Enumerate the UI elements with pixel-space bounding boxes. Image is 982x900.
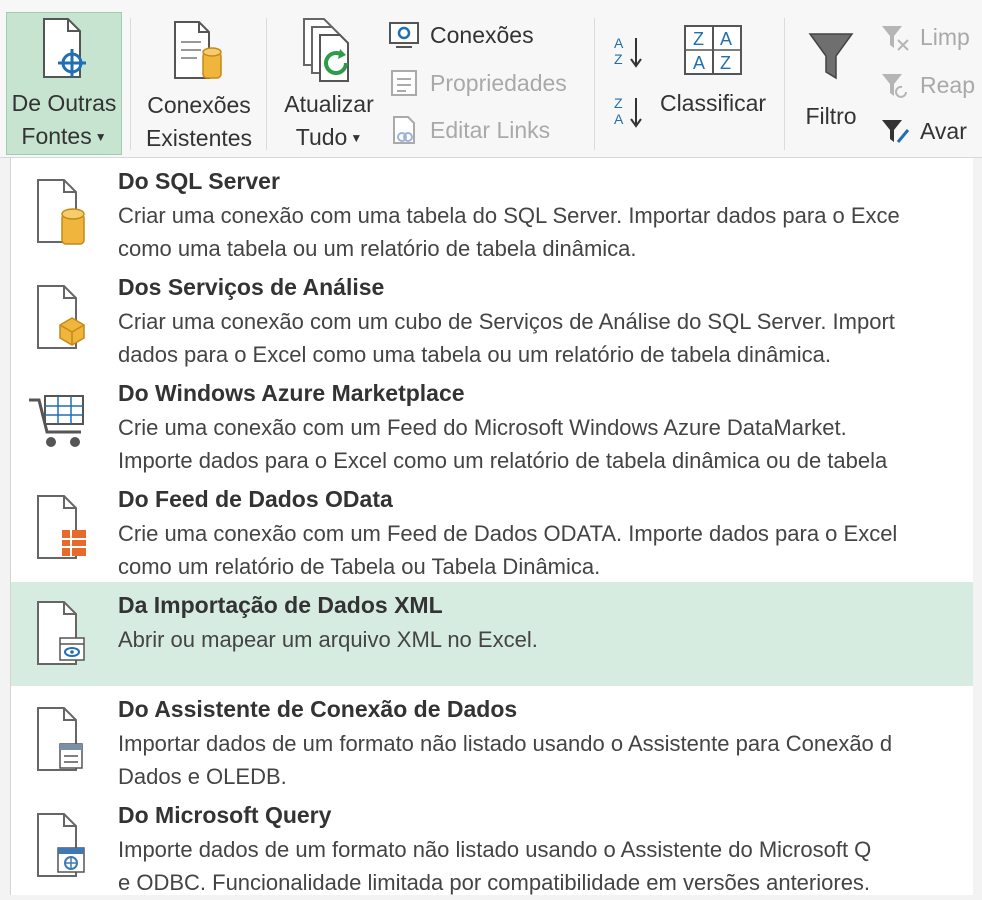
reapply-filter-label: Reap [920, 71, 975, 98]
menu-item-title: Do Windows Azure Marketplace [118, 380, 465, 406]
menu-item-azure-marketplace[interactable]: Do Windows Azure Marketplace Crie uma co… [11, 370, 973, 476]
ribbon-separator [594, 18, 595, 150]
svg-text:A: A [693, 53, 705, 73]
clear-filter-label: Limp [920, 23, 970, 50]
clear-filter-icon [882, 26, 909, 51]
analysis-services-cube-icon [25, 282, 95, 372]
description-line: Abrir ou mapear um arquivo XML no Excel. [118, 627, 538, 652]
menu-item-title: Do Feed de Dados OData [118, 486, 393, 512]
filter-button[interactable]: Filtro [796, 12, 866, 155]
existing-connections-label-1: Conexões [147, 92, 251, 118]
properties-icon [391, 70, 417, 96]
menu-item-xml-import[interactable]: Da Importação de Dados XML Abrir ou mape… [11, 582, 973, 686]
description-line: e ODBC. Funcionalidade limitada por comp… [118, 870, 871, 895]
filter-label: Filtro [805, 103, 857, 129]
description-line: Importar dados de um formato não listado… [118, 731, 893, 756]
svg-text:Z: Z [614, 51, 623, 67]
edit-links-button[interactable]: Editar Links [388, 115, 550, 145]
advanced-filter-label: Avar [920, 117, 967, 144]
menu-item-data-connection-wizard[interactable]: Do Assistente de Conexão de Dados Import… [11, 686, 973, 792]
filter-funnel-icon [806, 12, 856, 100]
reapply-filter-button[interactable]: Reap [880, 70, 975, 100]
description-line: Crie uma conexão com um Feed do Microsof… [118, 415, 847, 440]
menu-item-description: Importar dados de um formato não listado… [118, 727, 973, 793]
ribbon-separator [130, 18, 131, 150]
sort-descending-icon: Z A [614, 95, 642, 128]
ribbon-separator [784, 18, 785, 150]
description-line: como uma tabela ou um relatório de tabel… [118, 236, 637, 261]
description-line: Criar uma conexão com uma tabela do SQL … [118, 203, 900, 228]
menu-item-analysis-services[interactable]: Dos Serviços de Análise Criar uma conexã… [11, 264, 973, 370]
svg-text:A: A [614, 35, 624, 51]
connections-button[interactable]: Conexões [388, 20, 534, 50]
existing-connections-label-2: Existentes [145, 125, 253, 151]
edit-links-label: Editar Links [430, 116, 551, 143]
other-sources-icon [36, 13, 92, 87]
refresh-all-label-1: Atualizar [284, 90, 374, 117]
svg-text:Z: Z [720, 53, 731, 73]
advanced-filter-button[interactable]: Avar [880, 116, 967, 146]
description-line: Importe dados de um formato não listado … [118, 837, 872, 862]
connections-icon [389, 22, 419, 48]
properties-label: Propriedades [430, 69, 567, 96]
sort-ascending-icon: A Z [614, 35, 642, 68]
sort-ascending-button[interactable]: A Z [612, 32, 646, 77]
menu-item-title: Dos Serviços de Análise [118, 274, 385, 300]
menu-item-description: Criar uma conexão com uma tabela do SQL … [118, 199, 973, 265]
microsoft-query-icon [25, 810, 95, 900]
description-line: Criar uma conexão com um cubo de Serviço… [118, 309, 895, 334]
sort-label: Classificar [659, 90, 767, 116]
reapply-filter-icon [882, 74, 907, 98]
svg-text:Z: Z [614, 95, 623, 111]
xml-file-icon [25, 598, 95, 688]
menu-item-title: Da Importação de Dados XML [118, 592, 443, 618]
connections-label: Conexões [430, 21, 534, 48]
menu-item-description: Importe dados de um formato não listado … [118, 833, 973, 899]
menu-item-description: Crie uma conexão com um Feed de Dados OD… [118, 517, 973, 583]
clear-filter-button[interactable]: Limp [880, 22, 970, 52]
from-other-sources-label-2: Fontes [21, 122, 92, 149]
properties-button[interactable]: Propriedades [388, 68, 567, 98]
menu-item-title: Do SQL Server [118, 168, 280, 194]
menu-item-sql-server[interactable]: Do SQL Server Criar uma conexão com uma … [11, 158, 973, 264]
from-other-sources-button[interactable]: De Outras Fontes ▼ [6, 12, 122, 155]
sort-button[interactable]: Z A A Z Classificar [654, 22, 772, 120]
sql-server-icon [25, 176, 95, 266]
description-line: Crie uma conexão com um Feed de Dados OD… [118, 521, 898, 546]
shopping-cart-icon [25, 386, 95, 476]
description-line: Dados e OLEDB. [118, 764, 287, 789]
description-line: como um relatório de Tabela ou Tabela Di… [118, 554, 601, 579]
existing-connections-button[interactable]: Conexões Existentes [140, 12, 258, 155]
connection-wizard-icon [25, 704, 95, 794]
other-sources-dropdown-menu: Do SQL Server Criar uma conexão com uma … [10, 158, 973, 895]
ribbon-separator [266, 18, 267, 150]
sort-dialog-icon: Z A A Z [684, 25, 742, 75]
data-ribbon: De Outras Fontes ▼ Conexões Existentes A… [0, 0, 982, 158]
menu-item-microsoft-query[interactable]: Do Microsoft Query Importe dados de um f… [11, 792, 973, 895]
dropdown-arrow-icon: ▼ [94, 130, 107, 144]
menu-item-description: Abrir ou mapear um arquivo XML no Excel. [118, 623, 973, 656]
odata-feed-icon [25, 492, 95, 582]
menu-item-title: Do Microsoft Query [118, 802, 332, 828]
menu-item-description: Crie uma conexão com um Feed do Microsof… [118, 411, 973, 477]
dropdown-arrow-icon: ▼ [350, 131, 363, 145]
svg-text:A: A [720, 29, 732, 49]
description-line: dados para o Excel como uma tabela ou um… [118, 342, 831, 367]
refresh-all-label-2: Tudo [295, 123, 348, 150]
menu-item-title: Do Assistente de Conexão de Dados [118, 696, 518, 722]
sort-descending-button[interactable]: Z A [612, 92, 646, 137]
edit-links-icon [393, 116, 415, 144]
svg-text:A: A [614, 111, 624, 127]
advanced-filter-icon [882, 120, 910, 143]
existing-connections-icon [169, 12, 229, 89]
svg-text:Z: Z [693, 29, 704, 49]
refresh-all-button[interactable]: Atualizar Tudo ▼ [276, 12, 382, 155]
menu-item-odata-feed[interactable]: Do Feed de Dados OData Crie uma conexão … [11, 476, 973, 582]
from-other-sources-label-1: De Outras [11, 89, 117, 116]
refresh-all-icon [298, 12, 360, 88]
menu-item-description: Criar uma conexão com um cubo de Serviço… [118, 305, 973, 371]
description-line: Importe dados para o Excel como um relat… [118, 448, 888, 473]
